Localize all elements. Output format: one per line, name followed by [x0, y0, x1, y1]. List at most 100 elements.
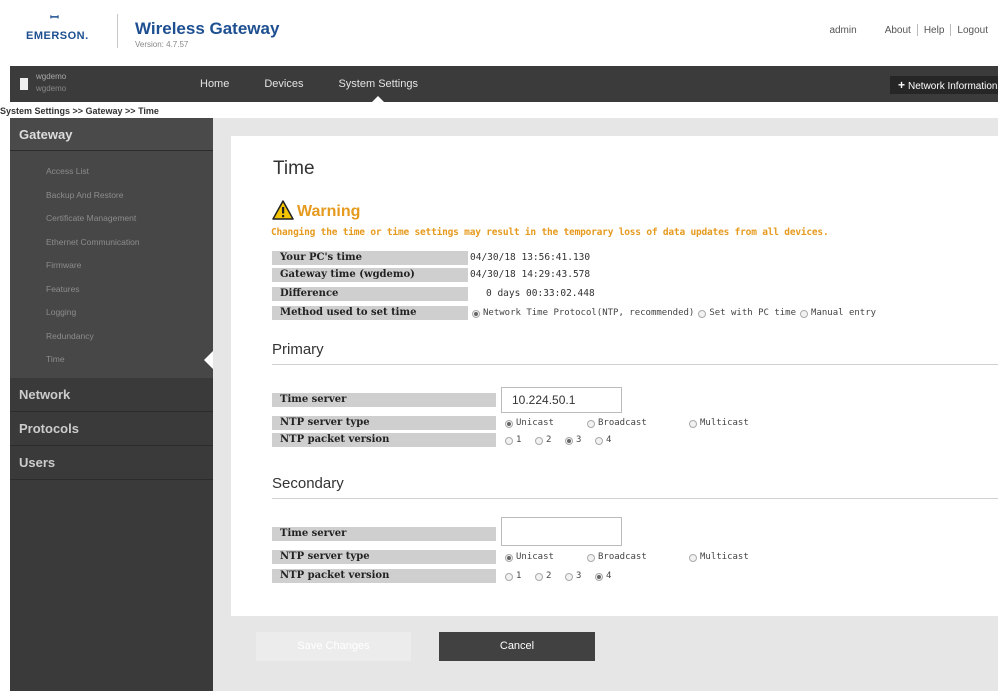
option-v1[interactable]: 1: [505, 569, 535, 583]
device-selector[interactable]: wgdemo wgdemo: [10, 66, 186, 102]
info-label: Gateway time (wgdemo): [272, 268, 468, 282]
method-options: Network Time Protocol(NTP, recommended) …: [472, 306, 876, 320]
primary-server-type-options: Unicast Broadcast Multicast: [505, 416, 749, 430]
radio-button-checked[interactable]: [565, 437, 573, 445]
info-value: 04/30/18 14:29:43.578: [470, 269, 591, 280]
nav-home[interactable]: Home: [200, 66, 229, 102]
radio-button-checked[interactable]: [472, 310, 480, 318]
nav-links: Home Devices System Settings: [200, 66, 453, 102]
sidebar-item-ethernet-communication[interactable]: Ethernet Communication: [10, 231, 213, 255]
server-type-label: NTP server type: [272, 416, 496, 430]
option-v1[interactable]: 1: [505, 433, 535, 447]
sidebar-item-redundancy[interactable]: Redundancy: [10, 325, 213, 349]
sidebar-section-users[interactable]: Users: [10, 446, 213, 480]
radio-button[interactable]: [595, 437, 603, 445]
option-multicast[interactable]: Multicast: [689, 550, 749, 564]
main-navbar: wgdemo wgdemo Home Devices System Settin…: [10, 66, 998, 102]
sidebar-item-firmware[interactable]: Firmware: [10, 254, 213, 278]
info-value: 04/30/18 13:56:41.130: [470, 252, 591, 263]
option-v2[interactable]: 2: [535, 433, 565, 447]
nav-devices[interactable]: Devices: [264, 66, 303, 102]
option-label: 2: [546, 435, 552, 445]
sidebar-section-gateway[interactable]: Gateway: [10, 118, 213, 151]
save-changes-button[interactable]: Save Changes: [256, 632, 411, 661]
secondary-heading: Secondary: [272, 475, 344, 492]
radio-button-checked[interactable]: [505, 554, 513, 562]
option-v4[interactable]: 4: [595, 433, 611, 447]
radio-button[interactable]: [587, 554, 595, 562]
radio-button[interactable]: [587, 420, 595, 428]
option-v3[interactable]: 3: [565, 569, 595, 583]
packet-version-label: NTP packet version: [272, 433, 496, 447]
sidebar-item-features[interactable]: Features: [10, 278, 213, 302]
logo-divider: [117, 14, 118, 48]
option-v4[interactable]: 4: [595, 569, 611, 583]
sidebar-item-logging[interactable]: Logging: [10, 301, 213, 325]
radio-button-checked[interactable]: [595, 573, 603, 581]
method-option-manual[interactable]: Manual entry: [800, 306, 876, 320]
secondary-time-server-input[interactable]: [501, 517, 622, 546]
network-information-button[interactable]: + Network Information: [890, 76, 998, 94]
option-label: Broadcast: [598, 418, 647, 428]
nav-system-settings[interactable]: System Settings: [338, 66, 418, 102]
radio-button[interactable]: [505, 437, 513, 445]
radio-button[interactable]: [505, 573, 513, 581]
option-label: 3: [576, 435, 582, 445]
divider: [272, 364, 998, 365]
radio-button[interactable]: [689, 420, 697, 428]
about-link[interactable]: About: [879, 25, 917, 36]
option-unicast[interactable]: Unicast: [505, 416, 587, 430]
option-label: 1: [516, 435, 522, 445]
app-version: Version: 4.7.57: [135, 40, 189, 49]
method-option-ntp[interactable]: Network Time Protocol(NTP, recommended): [472, 306, 694, 320]
logout-link[interactable]: Logout: [951, 25, 994, 36]
radio-button[interactable]: [689, 554, 697, 562]
option-broadcast[interactable]: Broadcast: [587, 416, 689, 430]
radio-button[interactable]: [800, 310, 809, 318]
current-user: admin: [829, 24, 857, 36]
option-label: 2: [546, 571, 552, 581]
network-information-label: Network Information: [908, 81, 998, 92]
option-label: Multicast: [700, 552, 749, 562]
info-label: Your PC's time: [272, 251, 468, 265]
primary-heading: Primary: [272, 341, 324, 358]
sidebar-section-network[interactable]: Network: [10, 378, 213, 412]
option-multicast[interactable]: Multicast: [689, 416, 749, 430]
option-label: Multicast: [700, 418, 749, 428]
sidebar-item-time[interactable]: Time: [10, 348, 213, 372]
emerson-logo: ꟷ EMERSON.: [26, 10, 106, 50]
option-label: 3: [576, 571, 582, 581]
device-name: wgdemo: [36, 72, 67, 81]
app-title: Wireless Gateway: [135, 19, 280, 38]
option-label: Unicast: [516, 418, 554, 428]
cancel-button[interactable]: Cancel: [439, 632, 595, 661]
option-unicast[interactable]: Unicast: [505, 550, 587, 564]
radio-button-checked[interactable]: [505, 420, 513, 428]
help-link[interactable]: Help: [918, 25, 951, 36]
info-value: 0 days 00:33:02.448: [486, 288, 595, 299]
plus-icon: +: [898, 78, 906, 92]
sidebar-section-protocols[interactable]: Protocols: [10, 412, 213, 446]
primary-time-server-input[interactable]: 10.224.50.1: [501, 387, 622, 413]
option-label: Set with PC time: [709, 308, 797, 318]
method-option-pc-time[interactable]: Set with PC time: [698, 306, 796, 320]
header: ꟷ EMERSON. Wireless Gateway Version: 4.7…: [0, 0, 998, 66]
option-broadcast[interactable]: Broadcast: [587, 550, 689, 564]
option-label: Unicast: [516, 552, 554, 562]
method-label: Method used to set time: [272, 306, 468, 320]
sidebar-item-certificate-management[interactable]: Certificate Management: [10, 207, 213, 231]
radio-button[interactable]: [535, 437, 543, 445]
radio-button[interactable]: [698, 310, 707, 318]
sidebar-gateway-list: Access List Backup And Restore Certifica…: [10, 151, 213, 378]
option-v2[interactable]: 2: [535, 569, 565, 583]
info-label: Difference: [272, 287, 468, 301]
top-links: admin About Help Logout: [829, 24, 994, 36]
emerson-logo-mark-icon: ꟷ: [50, 12, 59, 24]
option-v3[interactable]: 3: [565, 433, 595, 447]
radio-button[interactable]: [565, 573, 573, 581]
sidebar-item-access-list[interactable]: Access List: [10, 160, 213, 184]
device-icon: [20, 78, 28, 90]
radio-button[interactable]: [535, 573, 543, 581]
option-label: 4: [606, 571, 612, 581]
sidebar-item-backup-and-restore[interactable]: Backup And Restore: [10, 184, 213, 208]
